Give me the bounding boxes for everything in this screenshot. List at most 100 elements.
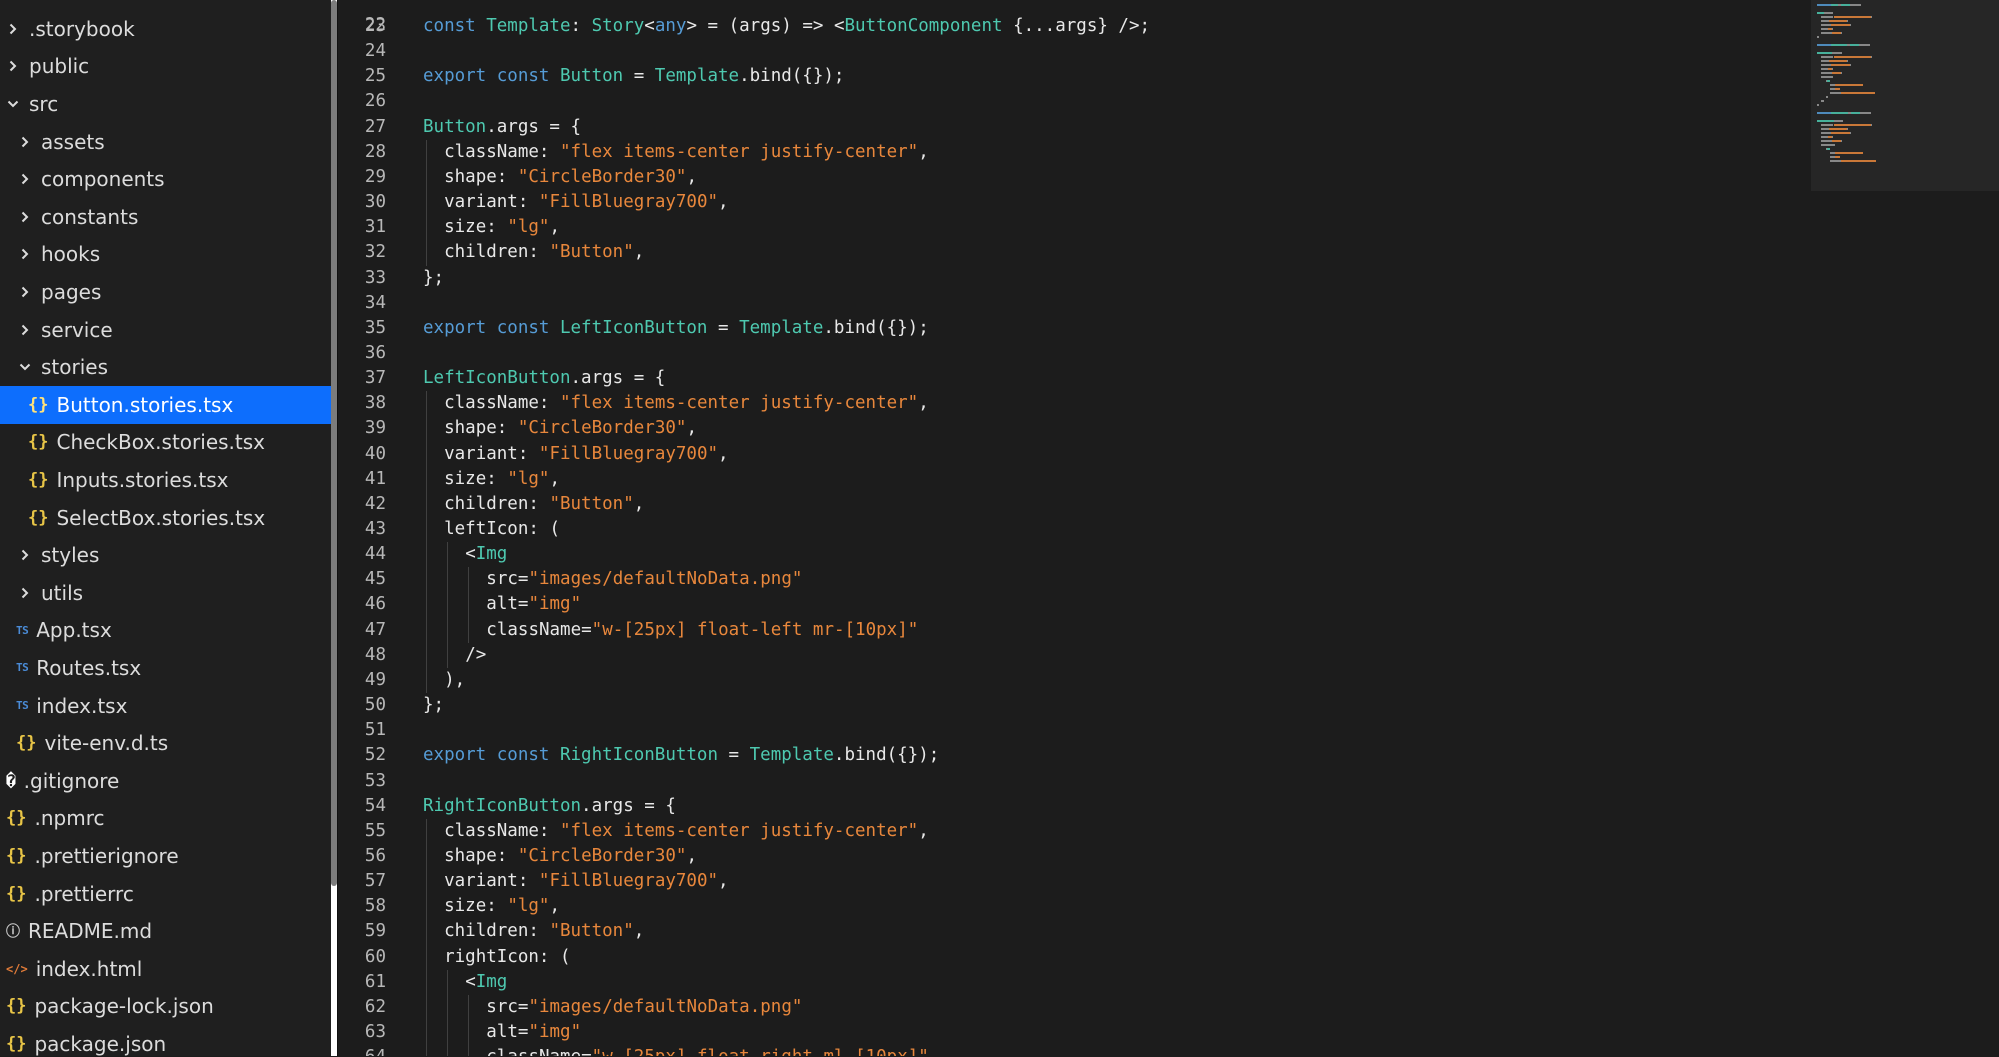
chevron-right-icon[interactable]: [19, 286, 31, 298]
code-line[interactable]: 29 shape: "CircleBorder30",: [338, 165, 1811, 190]
code-token: RightIconButton: [423, 795, 582, 816]
line-number: 55: [364, 820, 386, 841]
minimap-slider[interactable]: [1811, 0, 1999, 191]
file-item-checkbox-stories-tsx[interactable]: {} CheckBox.stories.tsx: [0, 424, 331, 462]
folder-item-hooks[interactable]: hooks: [0, 236, 331, 274]
code-text: export const Button = Template.bind({});: [423, 64, 844, 89]
file-item-vite-env-d-ts[interactable]: {} vite-env.d.ts: [0, 724, 331, 762]
file-item-routes-tsx[interactable]: TS Routes.tsx: [0, 649, 331, 687]
code-line[interactable]: 26: [338, 89, 1811, 114]
code-line[interactable]: 27 Button.args = {: [338, 115, 1811, 140]
minimap-token: [1831, 44, 1847, 46]
file-item-index-html[interactable]: </> index.html: [0, 950, 331, 988]
folder-item-utils[interactable]: utils: [0, 574, 331, 612]
file-item-package-json[interactable]: {} package.json: [0, 1025, 331, 1057]
folder-item-constants[interactable]: constants: [0, 198, 331, 236]
code-line[interactable]: 28 className: "flex items-center justify-…: [338, 140, 1811, 165]
code-token: <: [465, 544, 476, 565]
chevron-right-icon[interactable]: [19, 136, 31, 148]
chevron-right-icon[interactable]: [7, 23, 19, 35]
code-line[interactable]: 56 shape: "CircleBorder30",: [338, 844, 1811, 869]
folder-item-public[interactable]: public: [0, 48, 331, 86]
chevron-right-icon[interactable]: [19, 324, 31, 336]
chevron-right-icon[interactable]: [19, 248, 31, 260]
code-line[interactable]: 49),: [338, 668, 1811, 693]
code-line[interactable]: 58 size: "lg",: [338, 894, 1811, 919]
code-line[interactable]: 33};: [338, 266, 1811, 291]
code-line[interactable]: 51: [338, 718, 1811, 743]
code-line[interactable]: 42 children: "Button",: [338, 492, 1811, 517]
file-item-package-lock-json[interactable]: {} package-lock.json: [0, 988, 331, 1026]
file-item-prettierrc[interactable]: {} .prettierrc: [0, 875, 331, 913]
code-line[interactable]: 32 children: "Button",: [338, 240, 1811, 265]
code-line[interactable]: 36: [338, 341, 1811, 366]
file-item-prettierignore[interactable]: {} .prettierignore: [0, 837, 331, 875]
code-token: "flex items-center justify-center": [560, 141, 919, 162]
code-line[interactable]: 59 children: "Button",: [338, 919, 1811, 944]
file-item-gitignore[interactable]: � .gitignore: [0, 762, 331, 800]
code-line[interactable]: 50};: [338, 693, 1811, 718]
code-line[interactable]: 45 src="images/defaultNoData.png": [338, 567, 1811, 592]
code-line[interactable]: 23 const Template: Story<any> = (args) =>…: [338, 14, 1811, 39]
chevron-down-icon[interactable]: [7, 98, 19, 110]
chevron-right-icon[interactable]: [19, 549, 31, 561]
file-item-readme-md[interactable]: ⓘ README.md: [0, 912, 331, 950]
code-line[interactable]: 25 export const Button = Template.bind({}…: [338, 64, 1811, 89]
chevron-right-icon[interactable]: [7, 60, 19, 72]
chevron-right-icon[interactable]: [19, 173, 31, 185]
chevron-right-icon[interactable]: [19, 211, 31, 223]
code-token: size:: [444, 217, 508, 238]
code-line[interactable]: 35 export const LeftIconButton = Template…: [338, 316, 1811, 341]
code-line[interactable]: 61 <Img: [338, 970, 1811, 995]
code-line[interactable]: 47 className="w-[25px] float-left mr-[10p…: [338, 618, 1811, 643]
chevron-down-icon[interactable]: [19, 361, 31, 373]
code-line[interactable]: 54 RightIconButton.args = {: [338, 794, 1811, 819]
code-editor[interactable]: 22 23 const Template: Story<any> = (args)…: [338, 0, 1811, 1057]
folder-item-assets[interactable]: assets: [0, 123, 331, 161]
code-line[interactable]: 37 LeftIconButton.args = {: [338, 366, 1811, 391]
folder-item-storybook[interactable]: .storybook: [0, 10, 331, 48]
code-token: alt=: [486, 594, 529, 615]
folder-item-components[interactable]: components: [0, 160, 331, 198]
file-item-index-tsx[interactable]: TS index.tsx: [0, 687, 331, 725]
code-line[interactable]: 60 rightIcon: (: [338, 945, 1811, 970]
code-line[interactable]: 43 leftIcon: (: [338, 517, 1811, 542]
file-item-button-stories-tsx[interactable]: {} Button.stories.tsx: [0, 386, 331, 424]
code-line[interactable]: 40 variant: "FillBluegray700",: [338, 442, 1811, 467]
file-item-app-tsx[interactable]: TS App.tsx: [0, 612, 331, 650]
code-token: shape:: [444, 166, 518, 187]
code-token: export const: [423, 66, 560, 87]
folder-item-stories[interactable]: stories: [0, 348, 331, 386]
code-line[interactable]: 22: [338, 0, 1811, 35]
code-token: ,: [549, 896, 561, 917]
code-line[interactable]: 44 <Img: [338, 542, 1811, 567]
file-item-selectbox-stories-tsx[interactable]: {} SelectBox.stories.tsx: [0, 499, 331, 537]
minimap[interactable]: [1811, 0, 1999, 1057]
code-line[interactable]: 48 />: [338, 643, 1811, 668]
file-item-npmrc[interactable]: {} .npmrc: [0, 800, 331, 838]
code-line[interactable]: 57 variant: "FillBluegray700",: [338, 869, 1811, 894]
code-line[interactable]: 62 src="images/defaultNoData.png": [338, 995, 1811, 1020]
folder-item-service[interactable]: service: [0, 311, 331, 349]
code-line[interactable]: 39 shape: "CircleBorder30",: [338, 416, 1811, 441]
folder-item-pages[interactable]: pages: [0, 273, 331, 311]
code-line[interactable]: 31 size: "lg",: [338, 215, 1811, 240]
code-line[interactable]: 46 alt="img": [338, 592, 1811, 617]
code-line[interactable]: 24: [338, 39, 1811, 64]
chevron-right-icon[interactable]: [19, 587, 31, 599]
folder-item-styles[interactable]: styles: [0, 536, 331, 574]
file-item-inputs-stories-tsx[interactable]: {} Inputs.stories.tsx: [0, 461, 331, 499]
minimap-token: [1870, 16, 1872, 18]
code-token: ,: [686, 418, 697, 439]
code-text: children: "Button",: [444, 492, 644, 517]
code-line[interactable]: 53: [338, 769, 1811, 794]
code-line[interactable]: 63 alt="img": [338, 1020, 1811, 1045]
code-line[interactable]: 30 variant: "FillBluegray700",: [338, 190, 1811, 215]
code-line[interactable]: 41 size: "lg",: [338, 467, 1811, 492]
line-number: 42: [364, 493, 386, 514]
code-line[interactable]: 38 className: "flex items-center justify-…: [338, 391, 1811, 416]
code-line[interactable]: 52 export const RightIconButton = Templat…: [338, 743, 1811, 768]
folder-item-src[interactable]: src: [0, 85, 331, 123]
code-line[interactable]: 34: [338, 291, 1811, 316]
code-line[interactable]: 55 className: "flex items-center justify-…: [338, 819, 1811, 844]
